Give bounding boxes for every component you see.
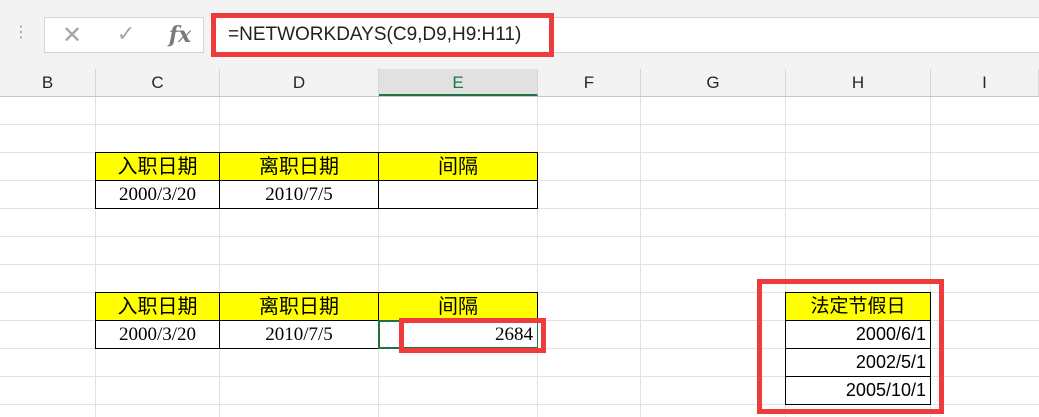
- table2-header-interval[interactable]: 间隔: [378, 292, 538, 321]
- holiday-header[interactable]: 法定节假日: [785, 292, 931, 321]
- insert-function-icon[interactable]: fx: [163, 18, 197, 52]
- formula-buttons: ✕ ✓ fx: [44, 17, 204, 53]
- enter-icon[interactable]: ✓: [111, 18, 141, 52]
- grip-icon[interactable]: ⋮: [13, 23, 29, 41]
- table2-header-end-date[interactable]: 离职日期: [219, 292, 379, 321]
- column-header-bar: B C D E F G H I: [0, 69, 1039, 97]
- table1-end-date[interactable]: 2010/7/5: [219, 180, 379, 209]
- column-header-g[interactable]: G: [641, 69, 786, 96]
- holiday-date-3[interactable]: 2005/10/1: [785, 376, 931, 405]
- table1-interval[interactable]: [378, 180, 538, 209]
- table2-start-date[interactable]: 2000/3/20: [95, 320, 220, 349]
- table1-header-end-date[interactable]: 离职日期: [219, 152, 379, 181]
- table2-header-start-date[interactable]: 入职日期: [95, 292, 220, 321]
- column-header-f[interactable]: F: [538, 69, 641, 96]
- formula-text: =NETWORKDAYS(C9,D9,H9:H11): [228, 24, 522, 45]
- table1-header-interval[interactable]: 间隔: [378, 152, 538, 181]
- column-header-e[interactable]: E: [379, 69, 538, 96]
- table2-interval-result[interactable]: 2684: [404, 322, 537, 347]
- column-header-i[interactable]: I: [931, 69, 1039, 96]
- holiday-date-1[interactable]: 2000/6/1: [785, 320, 931, 349]
- formula-bar: ⋮ ✕ ✓ fx =NETWORKDAYS(C9,D9,H9:H11): [0, 0, 1039, 69]
- formula-input[interactable]: =NETWORKDAYS(C9,D9,H9:H11): [210, 17, 1039, 53]
- column-header-d[interactable]: D: [220, 69, 379, 96]
- table1-header-start-date[interactable]: 入职日期: [95, 152, 220, 181]
- column-header-c[interactable]: C: [96, 69, 220, 96]
- column-header-h[interactable]: H: [786, 69, 931, 96]
- holiday-date-2[interactable]: 2002/5/1: [785, 348, 931, 377]
- column-header-b[interactable]: B: [0, 69, 96, 96]
- table1-start-date[interactable]: 2000/3/20: [95, 180, 220, 209]
- table2-end-date[interactable]: 2010/7/5: [219, 320, 379, 349]
- cancel-icon[interactable]: ✕: [57, 18, 87, 52]
